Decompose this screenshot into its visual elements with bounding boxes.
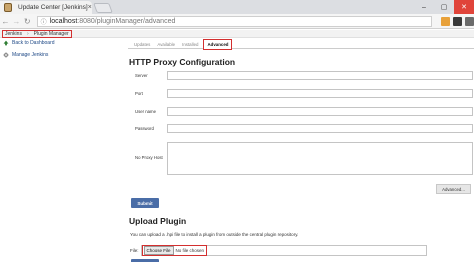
- side-panel: Back to Dashboard Manage Jenkins: [3, 40, 118, 64]
- port-label: Port: [135, 91, 143, 96]
- password-row: Password: [128, 123, 473, 134]
- main-panel: Updates Available Installed Advanced HTT…: [128, 38, 473, 262]
- server-input[interactable]: [167, 71, 473, 80]
- breadcrumb-jenkins[interactable]: Jenkins: [5, 31, 22, 37]
- extension-icon[interactable]: [453, 16, 463, 26]
- browser-tab-bar: Update Center [Jenkins] × – ▢ ✕: [0, 0, 474, 14]
- password-input[interactable]: [167, 124, 473, 133]
- breadcrumb-separator: ›: [26, 30, 29, 37]
- file-chooser-highlight: Choose File No file chosen: [141, 245, 208, 256]
- reload-icon[interactable]: ↻: [22, 17, 33, 26]
- advanced-button[interactable]: Advanced...: [436, 184, 471, 194]
- proxy-section-title: HTTP Proxy Configuration: [129, 57, 236, 67]
- file-row: File: Choose File No file chosen: [130, 245, 427, 256]
- no-proxy-host-textarea[interactable]: [167, 142, 473, 175]
- breadcrumb-highlight: Jenkins › Plugin Manager: [2, 29, 72, 38]
- username-label: User name: [135, 109, 157, 114]
- submit-button[interactable]: Submit: [131, 198, 159, 208]
- gear-icon: [3, 52, 9, 58]
- breadcrumb-plugin-manager[interactable]: Plugin Manager: [34, 31, 69, 37]
- browser-tab[interactable]: Update Center [Jenkins] ×: [0, 1, 92, 14]
- tab-close-icon[interactable]: ×: [88, 4, 92, 11]
- maximize-button[interactable]: ▢: [434, 0, 454, 14]
- extension-icons: [438, 16, 474, 26]
- back-arrow-icon[interactable]: ←: [0, 17, 11, 26]
- url-path: :8080/pluginManager/advanced: [77, 17, 176, 25]
- upload-section-title: Upload Plugin: [129, 216, 187, 226]
- sidebar-item-label: Back to Dashboard: [12, 40, 55, 46]
- page-info-icon[interactable]: ⓘ: [41, 17, 47, 26]
- new-tab-button[interactable]: [93, 3, 113, 13]
- port-row: Port: [128, 88, 473, 99]
- tab-available[interactable]: Available: [157, 42, 175, 47]
- window-controls: – ▢ ✕: [414, 0, 474, 14]
- menu-icon[interactable]: [465, 16, 474, 26]
- url-input[interactable]: ⓘ localhost :8080/pluginManager/advanced: [36, 15, 433, 27]
- username-input[interactable]: [167, 107, 473, 116]
- forward-arrow-icon[interactable]: →: [11, 17, 22, 26]
- close-window-button[interactable]: ✕: [454, 0, 474, 14]
- tab-updates[interactable]: Updates: [134, 42, 150, 47]
- password-label: Password: [135, 126, 154, 131]
- choose-file-button[interactable]: Choose File: [143, 246, 174, 255]
- minimize-button[interactable]: –: [414, 0, 434, 14]
- url-host: localhost: [49, 17, 78, 25]
- tab-installed[interactable]: Installed: [182, 42, 198, 47]
- file-input[interactable]: Choose File No file chosen: [140, 245, 427, 256]
- sidebar-item-label: Manage Jenkins: [12, 52, 49, 58]
- sidebar-item-manage-jenkins[interactable]: Manage Jenkins: [3, 52, 118, 58]
- address-bar: ← → ↻ ⓘ localhost :8080/pluginManager/ad…: [0, 14, 474, 29]
- server-row: Server: [128, 70, 473, 81]
- no-proxy-label: No Proxy Host: [135, 155, 163, 160]
- sidebar-item-back-to-dashboard[interactable]: Back to Dashboard: [3, 40, 118, 46]
- upload-help-text: You can upload a .hpi file to install a …: [130, 232, 299, 237]
- extension-icon[interactable]: [441, 16, 451, 26]
- file-label: File:: [130, 248, 139, 253]
- tab-title: Update Center [Jenkins]: [18, 4, 88, 11]
- breadcrumb: Jenkins › Plugin Manager: [0, 29, 474, 38]
- server-label: Server: [135, 73, 148, 78]
- tab-advanced[interactable]: Advanced: [203, 38, 233, 50]
- jenkins-favicon-icon: [4, 3, 12, 12]
- file-status: No file chosen: [175, 248, 205, 253]
- username-row: User name: [128, 106, 473, 117]
- up-arrow-icon: [3, 40, 9, 46]
- plugin-manager-tabs: Updates Available Installed Advanced: [128, 38, 473, 50]
- port-input[interactable]: [167, 89, 473, 98]
